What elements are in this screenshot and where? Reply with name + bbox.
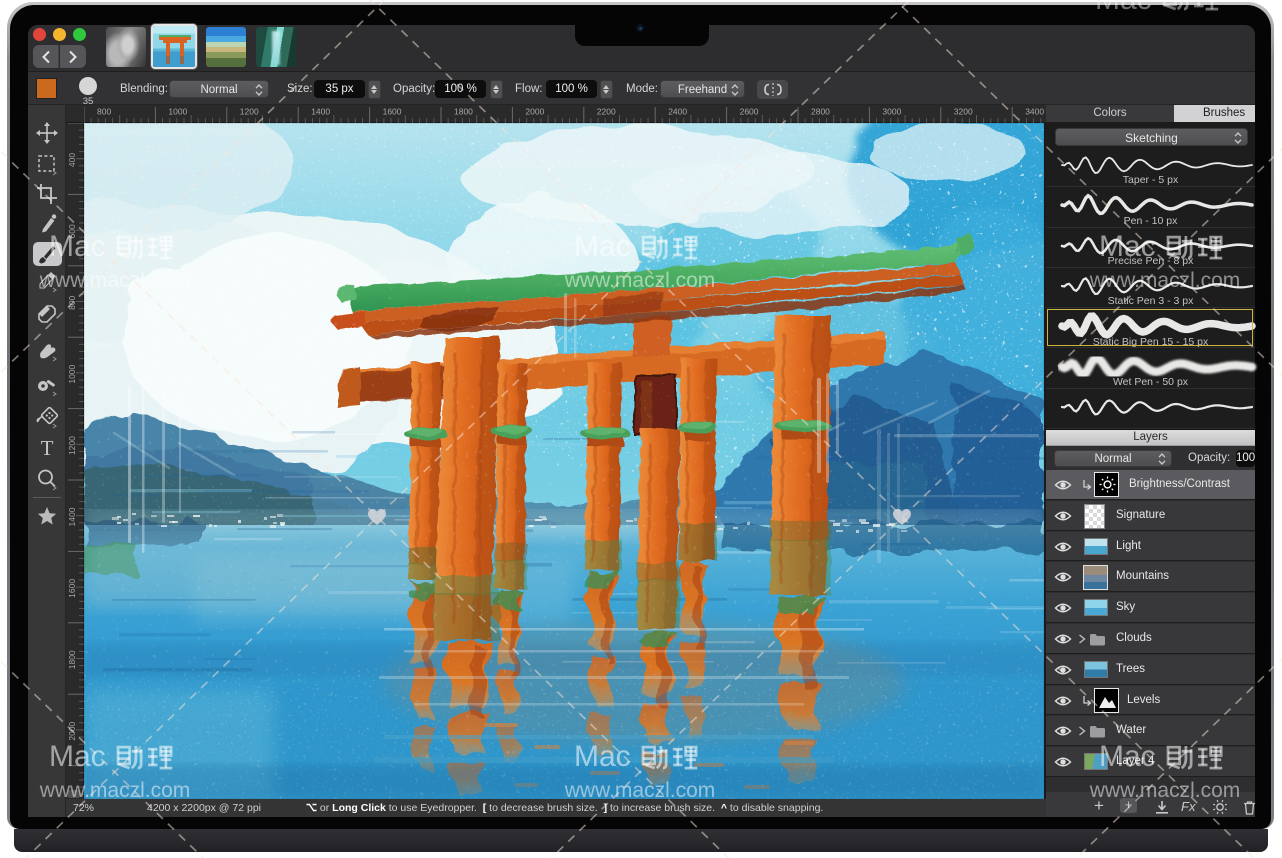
svg-text:2800: 2800 [811,107,830,117]
svg-text:600: 600 [67,224,77,238]
svg-text:1600: 1600 [67,579,77,598]
svg-text:1800: 1800 [454,107,473,117]
svg-text:1800: 1800 [67,650,77,669]
svg-text:1200: 1200 [67,436,77,455]
svg-text:2400: 2400 [668,107,687,117]
svg-text:1200: 1200 [240,107,259,117]
svg-text:2200: 2200 [597,107,616,117]
svg-text:1000: 1000 [67,364,77,383]
svg-text:3000: 3000 [882,107,901,117]
svg-text:2600: 2600 [740,107,759,117]
svg-text:1600: 1600 [383,107,402,117]
svg-text:800: 800 [67,295,77,309]
svg-text:800: 800 [97,107,111,117]
svg-text:2000: 2000 [525,107,544,117]
svg-text:1400: 1400 [67,507,77,526]
svg-text:400: 400 [67,153,77,167]
svg-text:3200: 3200 [954,107,973,117]
svg-text:2000: 2000 [67,721,77,740]
svg-text:3400: 3400 [1025,107,1044,117]
svg-text:1400: 1400 [311,107,330,117]
svg-text:1000: 1000 [168,107,187,117]
